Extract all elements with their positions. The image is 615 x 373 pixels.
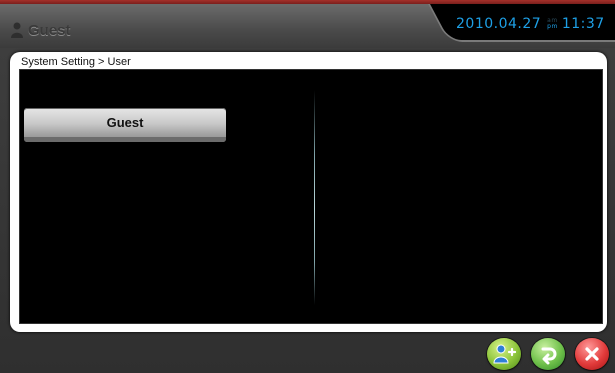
action-buttons bbox=[487, 338, 609, 370]
close-button[interactable] bbox=[575, 338, 609, 370]
user-button-guest[interactable]: Guest bbox=[24, 108, 226, 142]
user-settings-panel: System Setting > User Guest bbox=[10, 52, 607, 332]
screen: Guest 2010.04.27 am pm 11:37 System Sett… bbox=[0, 0, 615, 373]
add-user-button[interactable] bbox=[487, 338, 521, 370]
user-button-label: Guest bbox=[106, 114, 144, 130]
breadcrumb: System Setting > User bbox=[21, 56, 131, 68]
current-user: Guest bbox=[10, 20, 71, 40]
pm-label: pm bbox=[547, 23, 558, 30]
ampm-indicator: am pm bbox=[547, 18, 558, 30]
content-area: Guest bbox=[19, 69, 603, 324]
return-arrow-icon bbox=[541, 347, 557, 365]
close-x-icon bbox=[585, 347, 599, 361]
vertical-divider bbox=[314, 90, 315, 305]
add-user-icon bbox=[493, 344, 516, 364]
current-user-name: Guest bbox=[28, 21, 71, 39]
clock-date: 2010.04.27 bbox=[456, 16, 542, 32]
person-icon bbox=[11, 22, 23, 38]
clock: 2010.04.27 am pm 11:37 bbox=[456, 16, 605, 32]
return-button[interactable] bbox=[531, 338, 565, 370]
clock-time: 11:37 bbox=[561, 16, 605, 32]
